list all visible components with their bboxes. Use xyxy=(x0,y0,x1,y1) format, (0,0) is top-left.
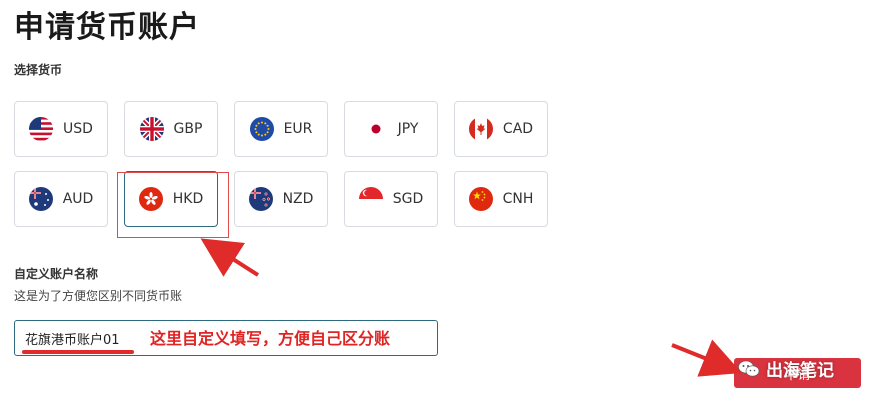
currency-code: CAD xyxy=(502,121,534,137)
submit-button[interactable]: 申请 xyxy=(734,358,861,388)
ca-flag-icon xyxy=(468,117,493,141)
currency-option-cad[interactable]: CAD xyxy=(454,101,548,157)
custom-name-label: 自定义账户名称 xyxy=(14,267,99,281)
currency-option-jpy[interactable]: JPY xyxy=(344,101,438,157)
uk-flag-icon xyxy=(139,117,164,141)
currency-option-gbp[interactable]: GBP xyxy=(124,101,218,157)
currency-option-eur[interactable]: EUR xyxy=(234,101,328,157)
sg-flag-icon xyxy=(358,187,383,211)
eu-flag-icon xyxy=(249,117,274,141)
currency-section-label: 选择货币 xyxy=(14,63,63,77)
au-flag-icon xyxy=(28,187,53,211)
cn-flag-icon xyxy=(468,187,493,211)
currency-option-nzd[interactable]: NZD xyxy=(234,171,328,227)
currency-option-aud[interactable]: AUD xyxy=(14,171,108,227)
currency-code: SGD xyxy=(392,191,424,207)
us-flag-icon xyxy=(29,117,54,141)
currency-code: JPY xyxy=(397,121,419,137)
annotation-text: 这里自定义填写，方便自己区分账 xyxy=(150,329,391,348)
currency-code: EUR xyxy=(283,121,313,137)
currency-grid: USD GBP EUR JPY CAD AUD HKD NZD SGD CNH xyxy=(14,101,550,227)
input-underline-annotation xyxy=(22,350,134,354)
jp-flag-icon xyxy=(364,117,388,141)
currency-code: HKD xyxy=(172,191,204,207)
currency-code: CNH xyxy=(502,191,534,207)
currency-option-hkd[interactable]: HKD xyxy=(124,171,218,227)
arrow-to-hkd xyxy=(200,238,260,277)
currency-code: GBP xyxy=(173,121,203,137)
currency-code: USD xyxy=(63,121,93,137)
custom-name-help-text: 这是为了方便您区别不同货币账 xyxy=(14,289,183,303)
currency-code: NZD xyxy=(282,191,314,207)
currency-option-sgd[interactable]: SGD xyxy=(344,171,438,227)
page-title: 申请货币账户 xyxy=(14,10,200,45)
currency-option-cnh[interactable]: CNH xyxy=(454,171,548,227)
currency-option-usd[interactable]: USD xyxy=(14,101,108,157)
hk-flag-icon xyxy=(138,187,163,211)
nz-flag-icon xyxy=(248,187,273,211)
currency-code: AUD xyxy=(62,191,94,207)
arrow-to-submit xyxy=(671,339,742,377)
